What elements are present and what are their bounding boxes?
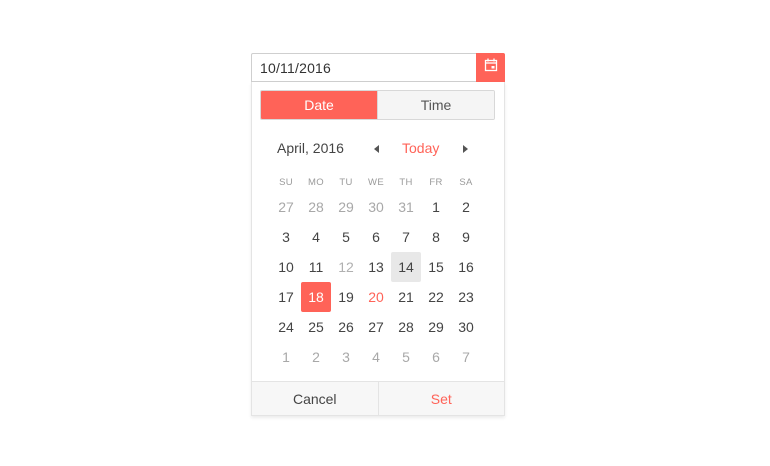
- datetime-picker: 10/11/2016 Date Time April, 2016 Today S…: [251, 53, 505, 416]
- calendar-day[interactable]: 2: [451, 192, 481, 222]
- calendar-day[interactable]: 27: [361, 312, 391, 342]
- calendar-day[interactable]: 20: [361, 282, 391, 312]
- calendar-day[interactable]: 21: [391, 282, 421, 312]
- calendar-day[interactable]: 7: [451, 342, 481, 372]
- calendar-week-row: 10 11 12 13 14 15 16: [271, 252, 511, 282]
- calendar-day: 12: [338, 259, 354, 275]
- weekday-label: SU: [279, 177, 293, 188]
- caret-right-icon[interactable]: [460, 142, 470, 154]
- weekday-label: TH: [399, 177, 413, 188]
- calendar-day[interactable]: 26: [331, 312, 361, 342]
- weekday-label: WE: [368, 177, 384, 188]
- calendar-grid: 27 28 29 30 31 1 2 3 4 5 6 7 8 9 10 11 12 13 14 15 16 17 18 19 2…: [271, 192, 511, 372]
- calendar-week-row: 24 25 26 27 28 29 30: [271, 312, 511, 342]
- calendar-day[interactable]: 1: [421, 192, 451, 222]
- calendar-day[interactable]: 31: [391, 192, 421, 222]
- caret-left-icon[interactable]: [372, 142, 382, 154]
- calendar-week-row: 3456789: [271, 222, 511, 252]
- date-input-field[interactable]: 10/11/2016: [251, 53, 505, 82]
- calendar-day[interactable]: 14: [391, 252, 421, 282]
- calendar-day[interactable]: 11: [301, 252, 331, 282]
- calendar-day[interactable]: 25: [301, 312, 331, 342]
- calendar-day[interactable]: 17: [271, 282, 301, 312]
- calendar-icon: [484, 58, 498, 77]
- weekday-label: FR: [429, 177, 443, 188]
- calendar-day[interactable]: 10: [271, 252, 301, 282]
- calendar-day[interactable]: 19: [331, 282, 361, 312]
- today-button[interactable]: Today: [402, 140, 439, 156]
- calendar-day[interactable]: 4: [361, 342, 391, 372]
- calendar-day[interactable]: 16: [451, 252, 481, 282]
- calendar-header: April, 2016 Today: [252, 138, 506, 158]
- picker-popup: Date Time April, 2016 Today SU MO TU WE …: [251, 82, 505, 416]
- calendar-toggle-button[interactable]: [476, 53, 505, 82]
- calendar-day[interactable]: 9: [451, 222, 481, 252]
- calendar-day[interactable]: 28: [301, 192, 331, 222]
- calendar-day[interactable]: 2: [301, 342, 331, 372]
- calendar-week-row: 1234567: [271, 342, 511, 372]
- calendar-day[interactable]: 23: [451, 282, 481, 312]
- month-title[interactable]: April, 2016: [277, 140, 344, 156]
- weekday-label: SA: [459, 177, 473, 188]
- calendar-day[interactable]: 5: [391, 342, 421, 372]
- calendar-day[interactable]: 1: [271, 342, 301, 372]
- calendar-day[interactable]: 24: [271, 312, 301, 342]
- weekday-header: SU MO TU WE TH FR SA: [271, 177, 501, 188]
- calendar-day[interactable]: 6: [361, 222, 391, 252]
- calendar-day[interactable]: 27: [271, 192, 301, 222]
- calendar-day[interactable]: 15: [421, 252, 451, 282]
- calendar-day[interactable]: 22: [421, 282, 451, 312]
- calendar-day[interactable]: 28: [391, 312, 421, 342]
- picker-footer: Cancel Set: [252, 381, 504, 415]
- calendar-day[interactable]: 30: [451, 312, 481, 342]
- calendar-day[interactable]: 13: [361, 252, 391, 282]
- calendar-day[interactable]: 30: [361, 192, 391, 222]
- tab-date[interactable]: Date: [261, 91, 377, 119]
- mode-tabs: Date Time: [260, 90, 495, 120]
- weekday-label: TU: [339, 177, 353, 188]
- cancel-button[interactable]: Cancel: [252, 382, 379, 415]
- calendar-day[interactable]: 29: [331, 192, 361, 222]
- calendar-day[interactable]: 3: [331, 342, 361, 372]
- date-input-value[interactable]: 10/11/2016: [260, 60, 331, 76]
- calendar-day[interactable]: 7: [391, 222, 421, 252]
- tab-time[interactable]: Time: [377, 91, 494, 119]
- calendar-week-row: 27 28 29 30 31 1 2: [271, 192, 511, 222]
- calendar-day[interactable]: 3: [271, 222, 301, 252]
- calendar-day[interactable]: 29: [421, 312, 451, 342]
- set-button[interactable]: Set: [378, 382, 504, 415]
- calendar-day[interactable]: 5: [331, 222, 361, 252]
- calendar-day[interactable]: 8: [421, 222, 451, 252]
- calendar-day[interactable]: 4: [301, 222, 331, 252]
- calendar-week-row: 17 18 19 20 21 22 23: [271, 282, 511, 312]
- weekday-label: MO: [308, 177, 324, 188]
- calendar-day[interactable]: 6: [421, 342, 451, 372]
- calendar-day[interactable]: 18: [301, 282, 331, 312]
